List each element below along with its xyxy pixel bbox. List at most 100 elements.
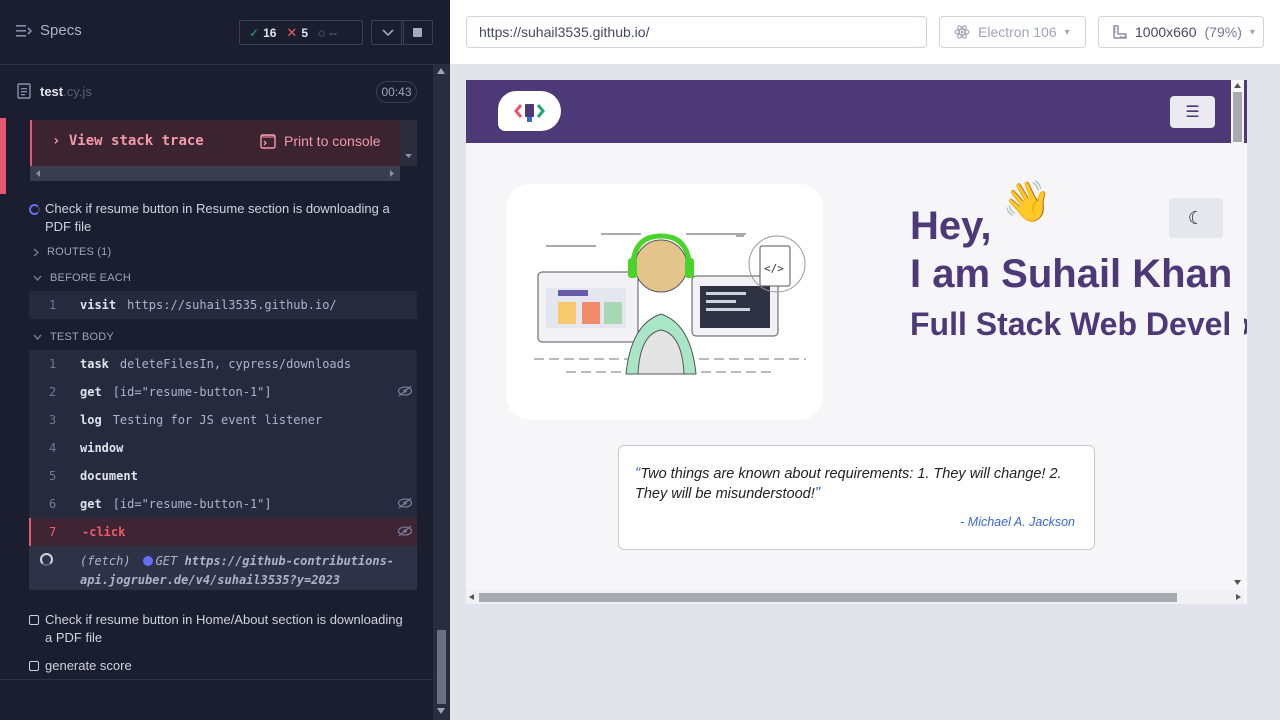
iframe-horizontal-scrollbar[interactable]	[466, 590, 1244, 604]
iframe-vertical-scrollbar[interactable]	[1231, 80, 1244, 590]
command-message: Testing for JS event listener	[112, 413, 323, 427]
command-row[interactable]: 6 get [id="resume-button-1"]	[29, 490, 417, 518]
eye-slash-icon[interactable]	[397, 384, 413, 398]
pending-count: --	[329, 25, 338, 40]
pending-test-item[interactable]: Check if resume button in Home/About sec…	[29, 611, 413, 647]
chevron-down-icon	[33, 334, 42, 340]
running-test-label: Check if resume button in Resume section…	[45, 201, 390, 234]
command-number: 4	[49, 441, 57, 455]
command-message: [id="resume-button-1"]	[112, 497, 272, 511]
fetch-details: (fetch) GET https://github-contributions-…	[80, 552, 410, 590]
command-row[interactable]: 4 window	[29, 434, 417, 462]
command-number: 7	[49, 525, 57, 539]
scroll-arrows-icon	[1234, 83, 1241, 585]
command-number: 1	[49, 357, 57, 371]
stop-icon	[412, 28, 422, 37]
specs-toggle-button[interactable]: Specs	[16, 22, 82, 39]
reporter-scrollbar[interactable]	[433, 64, 450, 720]
browser-label: Electron 106	[978, 24, 1057, 40]
fetch-method: GET	[155, 554, 178, 568]
code-logo-icon	[514, 104, 545, 122]
scrollbar-thumb[interactable]	[1233, 92, 1242, 142]
app-iframe: ☰ </> Hey, 👋 ☾ I am Suhail Khan Full Sta…	[466, 80, 1247, 604]
fetch-command-row[interactable]: (fetch) GET https://github-contributions-…	[29, 546, 417, 590]
chevron-right-icon	[33, 247, 39, 257]
viewport-selector[interactable]: 1000x660 (79%) ▾	[1098, 16, 1264, 48]
command-row[interactable]: 2 get [id="resume-button-1"]	[29, 378, 417, 406]
error-horizontal-scrollbar[interactable]	[30, 166, 400, 181]
scroll-down-icon	[405, 154, 412, 158]
test-body-label: TEST BODY	[50, 331, 114, 343]
command-number: 2	[49, 385, 57, 399]
fetch-label: (fetch)	[80, 554, 131, 568]
command-row[interactable]: 1 visit https://suhail3535.github.io/	[29, 291, 417, 319]
command-name: window	[80, 441, 124, 455]
routes-label: ROUTES (1)	[47, 246, 112, 258]
site-logo[interactable]	[498, 91, 561, 131]
collapse-all-button[interactable]	[371, 20, 404, 45]
command-log-panel: Specs ✓ 16 ✕ 5 ◌ -- test.cy.js 00:43 › V…	[0, 0, 450, 720]
before-each-toggle[interactable]: BEFORE EACH	[33, 272, 131, 284]
wave-emoji: 👋	[1002, 180, 1052, 224]
hero-illustration-card: </>	[506, 184, 823, 420]
pending-test-label: generate score	[45, 658, 132, 673]
browser-selector[interactable]: Electron 106 ▾	[939, 16, 1086, 48]
command-name: get	[80, 497, 102, 511]
close-quote-icon: ”	[814, 485, 821, 502]
chevron-down-icon: ▾	[1064, 26, 1070, 38]
command-name: task	[80, 357, 109, 371]
quote-text: Two things are known about requirements:…	[635, 466, 1062, 502]
command-name: -click	[82, 525, 126, 539]
document-icon	[17, 83, 31, 99]
routes-toggle[interactable]: ROUTES (1)	[33, 246, 111, 258]
quote-block: “Two things are known about requirements…	[635, 464, 1080, 504]
command-message: https://suhail3535.github.io/	[127, 298, 337, 312]
hero-role: Full Stack Web Develo	[910, 306, 1247, 342]
spec-file-name[interactable]: test.cy.js	[40, 84, 92, 99]
view-stack-trace-button[interactable]: › View stack trace	[52, 133, 204, 149]
pending-checkbox-icon	[29, 615, 39, 625]
run-duration: 00:43	[376, 81, 417, 103]
scrollbar-thumb[interactable]	[437, 630, 446, 704]
scroll-up-icon[interactable]	[437, 68, 445, 74]
command-message: [id="resume-button-1"]	[112, 385, 272, 399]
running-test-title[interactable]: Check if resume button in Resume section…	[29, 200, 413, 236]
pending-test-item[interactable]: generate score	[29, 657, 413, 675]
command-row[interactable]: 1 task deleteFilesIn, cypress/downloads	[29, 350, 417, 378]
test-body-toggle[interactable]: TEST BODY	[33, 331, 114, 343]
eye-slash-icon[interactable]	[397, 524, 413, 538]
dark-mode-toggle[interactable]: ☾	[1169, 198, 1223, 238]
scroll-arrows-icon	[36, 170, 394, 177]
chevron-right-icon: ›	[52, 133, 61, 149]
stop-button[interactable]	[401, 20, 433, 45]
test-stats: ✓ 16 ✕ 5 ◌ --	[239, 20, 363, 45]
scroll-down-icon[interactable]	[437, 708, 445, 714]
spec-file-ext: .cy.js	[63, 84, 92, 99]
passed-count: 16	[263, 25, 277, 40]
app-preview-panel: https://suhail3535.github.io/ Electron 1…	[450, 0, 1280, 720]
command-name: visit	[80, 298, 117, 312]
hamburger-menu-button[interactable]: ☰	[1170, 96, 1215, 128]
eye-slash-icon[interactable]	[397, 496, 413, 510]
print-to-console-button[interactable]: Print to console	[260, 133, 381, 149]
aut-toolbar: https://suhail3535.github.io/ Electron 1…	[450, 0, 1280, 64]
pending-test-label: Check if resume button in Home/About sec…	[45, 612, 403, 645]
before-each-label: BEFORE EACH	[50, 272, 132, 284]
url-field[interactable]: https://suhail3535.github.io/	[466, 16, 927, 48]
moon-icon: ☾	[1187, 207, 1205, 228]
scrollbar-thumb[interactable]	[479, 593, 1177, 602]
command-row[interactable]: 5 document	[29, 462, 417, 490]
error-vertical-scrollbar[interactable]	[400, 120, 417, 166]
command-name: log	[80, 413, 102, 427]
command-row[interactable]: 3 log Testing for JS event listener	[29, 406, 417, 434]
command-message: deleteFilesIn, cypress/downloads	[119, 357, 352, 371]
pending-dot-icon	[142, 556, 153, 566]
fetch-url-line1: https://github-contributions-	[184, 554, 395, 568]
specs-list-icon	[16, 24, 32, 37]
command-number: 3	[49, 413, 57, 427]
command-number: 1	[49, 298, 57, 312]
error-strip	[0, 118, 6, 194]
failed-command-row[interactable]: 7 -click	[29, 518, 417, 546]
viewport-size: 1000x660	[1135, 24, 1197, 40]
command-name: document	[80, 469, 138, 483]
